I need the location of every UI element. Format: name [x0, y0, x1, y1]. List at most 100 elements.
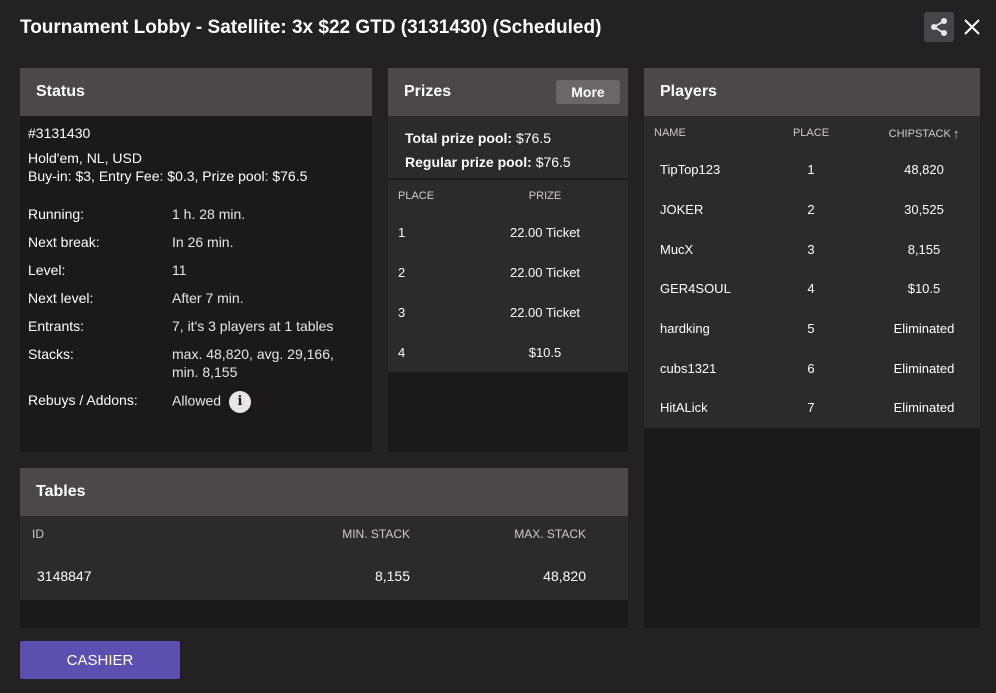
- player-place: 1: [807, 162, 815, 178]
- place-column-header[interactable]: PLACE: [388, 190, 482, 202]
- regular-prize-pool: Regular prize pool: $76.5: [405, 150, 628, 174]
- player-place: 2: [807, 202, 815, 218]
- tables-table: ID MIN. STACK MAX. STACK 3148847 8,155 4…: [20, 516, 628, 600]
- max-stack-column-header[interactable]: MAX. STACK: [410, 527, 610, 541]
- table-id: 3148847: [37, 568, 92, 584]
- level-row: Level: 11: [28, 261, 364, 279]
- player-chipstack: Eliminated: [893, 400, 955, 416]
- close-button[interactable]: [960, 14, 984, 40]
- table-min-stack: 8,155: [374, 568, 410, 584]
- entrants-label: Entrants:: [28, 318, 85, 334]
- player-chipstack: Eliminated: [893, 321, 955, 337]
- level-value: 11: [172, 262, 187, 278]
- rebuys-label: Rebuys / Addons:: [28, 392, 138, 408]
- rebuys-value: Allowed: [172, 392, 222, 409]
- running-row: Running: 1 h. 28 min.: [28, 205, 364, 223]
- table-row[interactable]: hardking 5 Eliminated: [644, 309, 980, 349]
- player-name: cubs1321: [660, 360, 717, 376]
- table-row[interactable]: TipTop123 1 48,820: [644, 150, 980, 190]
- next-level-label: Next level:: [28, 290, 94, 306]
- player-place: 6: [807, 360, 815, 376]
- player-chipstack: 30,525: [904, 202, 944, 218]
- entrants-row: Entrants: 7, it's 3 players at 1 tables: [28, 317, 364, 335]
- prize-place: 3: [398, 304, 406, 320]
- close-icon: [964, 19, 980, 35]
- next-break-value: In 26 min.: [172, 234, 234, 250]
- prizes-header: Prizes More: [388, 68, 628, 116]
- prize-place: 2: [398, 264, 406, 280]
- player-place: 5: [807, 321, 815, 337]
- player-name: GER4SOUL: [660, 281, 731, 297]
- prize-pool-summary: Total prize pool: $76.5 Regular prize po…: [388, 116, 628, 178]
- chipstack-column-label: CHIPSTACK: [888, 127, 951, 140]
- table-row[interactable]: GER4SOUL 4 $10.5: [644, 269, 980, 309]
- next-break-row: Next break: In 26 min.: [28, 233, 364, 251]
- level-label: Level:: [28, 262, 66, 278]
- stacks-row: Stacks: max. 48,820, avg. 29,166, min. 8…: [28, 345, 364, 381]
- share-icon: [931, 18, 947, 36]
- regular-prize-pool-label: Regular prize pool:: [405, 154, 532, 170]
- players-panel: Players NAME PLACE CHIPSTACK ↑ TipTop123 …: [644, 68, 980, 628]
- tables-panel: Tables ID MIN. STACK MAX. STACK 3148847 …: [20, 468, 628, 628]
- player-chipstack: $10.5: [907, 281, 941, 297]
- sort-ascending-icon: ↑: [952, 125, 960, 141]
- table-row[interactable]: MucX 3 8,155: [644, 229, 980, 269]
- tables-table-header: ID MIN. STACK MAX. STACK: [20, 516, 628, 552]
- tables-header: Tables: [20, 468, 628, 516]
- id-column-header[interactable]: ID: [20, 527, 260, 541]
- player-place: 4: [807, 281, 815, 297]
- regular-prize-pool-value: $76.5: [535, 154, 571, 170]
- rebuys-value-wrap: Allowed i: [172, 391, 364, 413]
- cashier-button[interactable]: CASHIER: [20, 641, 180, 679]
- status-info-list: Running: 1 h. 28 min. Next break: In 26 …: [28, 205, 364, 413]
- table-max-stack: 48,820: [543, 568, 586, 584]
- players-table: NAME PLACE CHIPSTACK ↑ TipTop123 1 48,820…: [644, 116, 980, 428]
- running-label: Running:: [28, 206, 85, 222]
- place-column-header[interactable]: PLACE: [768, 127, 868, 139]
- prize-amount: 22.00 Ticket: [509, 304, 581, 320]
- prize-place: 4: [398, 344, 406, 360]
- total-prize-pool-value: $76.5: [515, 130, 552, 146]
- next-level-row: Next level: After 7 min.: [28, 289, 364, 307]
- player-name: TipTop123: [660, 162, 721, 178]
- prize-place: 1: [398, 224, 406, 240]
- player-name: MucX: [660, 241, 694, 257]
- more-button[interactable]: More: [556, 80, 620, 104]
- game-type: Hold'em, NL, USD: [28, 150, 142, 166]
- prize-amount: 22.00 Ticket: [509, 264, 581, 280]
- share-button[interactable]: [924, 12, 954, 42]
- stacks-value: max. 48,820, avg. 29,166, min. 8,155: [172, 346, 334, 380]
- total-prize-pool-label: Total prize pool:: [405, 130, 513, 146]
- player-chipstack: 8,155: [907, 241, 941, 257]
- player-name: JOKER: [660, 202, 704, 218]
- player-name: HitALick: [660, 400, 708, 416]
- prize-table-header: PLACE PRIZE: [388, 178, 628, 212]
- prize-amount: 22.00 Ticket: [509, 224, 581, 240]
- next-level-value: After 7 min.: [172, 290, 244, 306]
- stacks-label: Stacks:: [28, 346, 74, 362]
- player-chipstack: 48,820: [904, 162, 944, 178]
- player-chipstack: Eliminated: [893, 360, 955, 376]
- running-value: 1 h. 28 min.: [172, 206, 246, 222]
- table-row[interactable]: JOKER 2 30,525: [644, 190, 980, 230]
- table-row[interactable]: HitALick 7 Eliminated: [644, 388, 980, 428]
- prize-table: PLACE PRIZE 1 22.00 Ticket 2 22.00 Ticke…: [388, 178, 628, 372]
- name-column-header[interactable]: NAME: [644, 127, 768, 139]
- table-row: 1 22.00 Ticket: [388, 212, 628, 252]
- buyin-info: Buy-in: $3, Entry Fee: $0.3, Prize pool:…: [28, 168, 308, 184]
- info-icon[interactable]: i: [229, 391, 252, 413]
- table-row[interactable]: 3148847 8,155 48,820: [20, 552, 628, 600]
- tournament-id: #3131430: [28, 125, 91, 141]
- prizes-panel: Prizes More Total prize pool: $76.5 Regu…: [388, 68, 628, 452]
- chipstack-column-header[interactable]: CHIPSTACK ↑: [868, 126, 980, 141]
- player-place: 7: [807, 400, 815, 416]
- table-row[interactable]: cubs1321 6 Eliminated: [644, 348, 980, 388]
- window-title: Tournament Lobby - Satellite: 3x $22 GTD…: [20, 17, 602, 38]
- players-table-header: NAME PLACE CHIPSTACK ↑: [644, 116, 980, 150]
- next-break-label: Next break:: [28, 234, 100, 250]
- entrants-value: 7, it's 3 players at 1 tables: [172, 318, 334, 334]
- prize-column-header[interactable]: PRIZE: [482, 190, 608, 202]
- rebuys-row: Rebuys / Addons: Allowed i: [28, 391, 364, 413]
- min-stack-column-header[interactable]: MIN. STACK: [260, 527, 410, 541]
- player-place: 3: [807, 241, 815, 257]
